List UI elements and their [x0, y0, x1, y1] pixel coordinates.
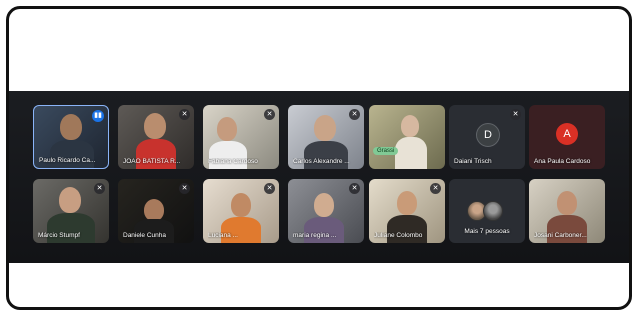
participant-tile[interactable]: ✕ Daniele Cunha	[118, 179, 194, 243]
participant-video	[231, 193, 251, 217]
participant-video	[314, 115, 336, 141]
participant-video	[557, 191, 577, 215]
participant-video	[401, 115, 419, 137]
avatar: D	[476, 123, 500, 147]
participant-tile[interactable]: ✕ JOÃO BATISTA R...	[118, 105, 194, 169]
mic-off-icon: ✕	[264, 109, 275, 120]
mic-off-icon: ✕	[94, 183, 105, 194]
participant-tile[interactable]: ✕ Fabiana Cardoso	[203, 105, 279, 169]
participant-tile[interactable]: ✕ Luciana ...	[203, 179, 279, 243]
participant-tile[interactable]: ✕ Carlos Alexandre ...	[288, 105, 364, 169]
participant-video	[144, 199, 164, 221]
participant-video	[217, 117, 237, 141]
participant-video	[60, 114, 82, 140]
mic-off-icon: ✕	[264, 183, 275, 194]
participant-name: Carlos Alexandre ...	[293, 158, 350, 165]
participant-tile[interactable]: Josani Carboner...	[529, 179, 605, 243]
participant-name: JOÃO BATISTA R...	[123, 158, 181, 165]
mic-off-icon: ✕	[510, 109, 521, 120]
participant-video	[221, 217, 261, 243]
participant-video	[59, 187, 81, 213]
mic-off-icon: ✕	[430, 183, 441, 194]
participant-name: Daniele Cunha	[123, 232, 167, 239]
participant-video	[144, 113, 166, 139]
participant-tile[interactable]: ▮▮ Paulo Ricardo Ca...	[33, 105, 109, 169]
participant-name: maria regina ...	[293, 232, 337, 239]
participant-name: Juliane Colombo	[374, 232, 423, 239]
participant-name: Luciana ...	[208, 232, 238, 239]
participant-video	[134, 219, 174, 243]
participant-video	[395, 137, 427, 169]
participant-video	[304, 217, 344, 243]
participant-name: Daiani Trisch	[454, 158, 492, 165]
more-participants-tile[interactable]: Mais 7 pessoas	[449, 179, 525, 243]
participant-tile[interactable]: D ✕ Daiani Trisch	[449, 105, 525, 169]
participant-video	[397, 191, 417, 215]
participant-tile[interactable]: ✕ Márcio Stumpf	[33, 179, 109, 243]
mic-off-icon: ✕	[179, 109, 190, 120]
mic-off-icon: ✕	[179, 183, 190, 194]
meeting-grid: ▮▮ Paulo Ricardo Ca... ✕ JOÃO BATISTA R.…	[9, 91, 629, 263]
speaking-icon: ▮▮	[92, 110, 104, 122]
participant-name: Paulo Ricardo Ca...	[39, 157, 96, 164]
photo-frame: ▮▮ Paulo Ricardo Ca... ✕ JOÃO BATISTA R.…	[6, 6, 632, 310]
avatar	[483, 201, 503, 221]
participant-name: Fabiana Cardoso	[208, 158, 258, 165]
mic-off-icon: ✕	[349, 183, 360, 194]
participant-video	[50, 140, 94, 168]
participant-name-badge: Grassi	[373, 147, 399, 155]
participant-tile[interactable]: ✕ Juliane Colombo	[369, 179, 445, 243]
participant-tile[interactable]: Grassi	[369, 105, 445, 169]
more-participants-label: Mais 7 pessoas	[464, 228, 510, 235]
participant-tile[interactable]: ✕ maria regina ...	[288, 179, 364, 243]
participant-tile[interactable]: A Ana Paula Cardoso	[529, 105, 605, 169]
participant-video	[314, 193, 334, 217]
mic-off-icon: ✕	[349, 109, 360, 120]
avatar: A	[556, 123, 578, 145]
participant-name: Josani Carboner...	[534, 232, 587, 239]
participant-name: Márcio Stumpf	[38, 232, 80, 239]
participant-name: Ana Paula Cardoso	[534, 158, 591, 165]
